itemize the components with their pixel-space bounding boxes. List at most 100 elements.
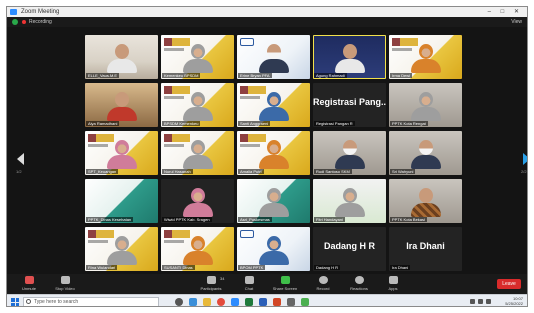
gallery-grid: ELLE_Vaus.M.E Kemenkeu BPSDM Erine Bryan P… xyxy=(85,35,469,271)
participant-name-label: Nurul Hasanah xyxy=(162,169,193,174)
participant-tile[interactable]: Irma Dewi xyxy=(389,35,462,79)
participant-display-name: Ira Dhani xyxy=(406,241,445,251)
participant-video xyxy=(410,188,441,217)
network-icon[interactable] xyxy=(470,299,475,304)
clock-date: 5/25/2022 xyxy=(505,301,523,306)
participant-tile[interactable]: Wiwid PPTK Kab. Sragen xyxy=(161,179,234,223)
participant-tile[interactable]: Erine Bryan PFA xyxy=(237,35,310,79)
participant-video xyxy=(334,44,365,73)
edge-browser-icon[interactable] xyxy=(189,298,197,306)
unmute-button[interactable]: Unmute xyxy=(9,276,49,291)
apps-button[interactable]: Apps xyxy=(373,276,413,291)
participant-tile[interactable]: SUSANTI Dinas xyxy=(161,227,234,271)
record-label: Record xyxy=(316,286,330,291)
participant-name-label: PPTK Kota Bekasi xyxy=(390,217,427,222)
participant-video xyxy=(106,236,137,265)
participant-tile[interactable]: Agung Rahmadi xyxy=(313,35,386,79)
search-placeholder: Type here to search xyxy=(34,299,79,305)
participant-tile[interactable]: Kemenkeu BPSDM xyxy=(161,35,234,79)
next-page-arrow-icon[interactable] xyxy=(523,153,527,165)
participant-video xyxy=(182,236,213,265)
participant-tile[interactable]: Asri_Puskesmas xyxy=(237,179,310,223)
video-button[interactable]: Stop Video xyxy=(45,276,85,291)
smiley-icon xyxy=(354,276,364,284)
participant-name-label: Wiwid PPTK Kab. Sragen xyxy=(162,217,212,222)
participant-video xyxy=(258,188,289,217)
participant-name-label: Agung Rahmadi xyxy=(314,73,347,78)
participant-video xyxy=(258,44,289,73)
recording-label: Recording xyxy=(29,19,52,25)
participant-tile[interactable]: SPT_Keuangan xyxy=(85,131,158,175)
powerpoint-icon[interactable] xyxy=(273,298,281,306)
participants-button[interactable]: Participants xyxy=(191,276,231,291)
participant-tile[interactable]: Sri Wahyuni xyxy=(389,131,462,175)
system-tray-icons xyxy=(470,299,491,304)
video-camera-icon xyxy=(60,276,70,284)
zoom-app-icon[interactable] xyxy=(231,298,239,306)
share-screen-icon xyxy=(280,276,290,284)
participant-tile[interactable]: Ira Dhani Ira Dhani xyxy=(389,227,462,271)
organization-logo xyxy=(240,38,254,46)
participant-name-label: Rudi Santoso SKM xyxy=(314,169,352,174)
participant-name-label: ELLE_Vaus.M.E xyxy=(86,73,120,78)
participant-tile[interactable]: BPOM PPTK xyxy=(237,227,310,271)
excel-icon[interactable] xyxy=(245,298,253,306)
share-screen-button[interactable]: Share Screen xyxy=(265,276,305,291)
participant-video xyxy=(182,92,213,121)
windows-start-icon[interactable] xyxy=(11,298,19,306)
participant-name-label: Fitri Handayani xyxy=(314,217,345,222)
participant-tile[interactable]: Santi Anggraeni xyxy=(237,83,310,127)
participant-name-label: Santi Anggraeni xyxy=(238,121,271,126)
task-view-icon[interactable] xyxy=(175,298,183,306)
file-explorer-icon[interactable] xyxy=(203,298,211,306)
participant-tile[interactable]: Dadang H R Dadang H R xyxy=(313,227,386,271)
view-button[interactable]: View xyxy=(511,17,522,27)
record-button[interactable]: Record xyxy=(303,276,343,291)
page-indicator-left: 1/2 xyxy=(16,169,22,174)
participants-icon xyxy=(206,276,216,284)
participant-tile[interactable]: ELLE_Vaus.M.E xyxy=(85,35,158,79)
video-label: Stop Video xyxy=(55,286,75,291)
participant-tile[interactable]: Registrasi Pang... Registrasi Pangan R xyxy=(313,83,386,127)
participant-video xyxy=(258,140,289,169)
participant-tile[interactable]: Rudi Santoso SKM xyxy=(313,131,386,175)
event-banner-text xyxy=(164,144,184,147)
chrome-browser-icon[interactable] xyxy=(217,298,225,306)
previous-page-arrow-icon[interactable] xyxy=(17,153,24,165)
participant-tile[interactable]: PPTK_Dinas Kesehatan xyxy=(85,179,158,223)
windows-taskbar: Type here to search 10:07 5/25/2022 xyxy=(7,294,527,306)
participant-tile[interactable]: Nurul Hasanah xyxy=(161,131,234,175)
taskbar-search-input[interactable]: Type here to search xyxy=(23,297,159,306)
calculator-icon[interactable] xyxy=(287,298,295,306)
participant-name-label: Rina Wulandari xyxy=(86,265,118,270)
window-controls[interactable]: – □ ✕ xyxy=(488,7,523,17)
system-clock[interactable]: 10:07 5/25/2022 xyxy=(505,296,523,306)
reactions-label: Reactions xyxy=(350,286,368,291)
security-shield-icon[interactable] xyxy=(12,19,18,25)
participant-tile[interactable]: PPTK Kota Rengat xyxy=(389,83,462,127)
participant-tile[interactable]: Amalia Putri xyxy=(237,131,310,175)
participant-name-label: BPSDM Kemenkeu xyxy=(162,121,201,126)
participant-tile[interactable]: PPTK Kota Bekasi xyxy=(389,179,462,223)
participant-tile[interactable]: Fitri Handayani xyxy=(313,179,386,223)
participants-count: 34 xyxy=(220,276,225,281)
zoom-window: Zoom Meeting – □ ✕ Recording View 1/2 2/… xyxy=(6,6,528,307)
participant-name-label: Kemenkeu BPSDM xyxy=(162,73,201,78)
participant-tile[interactable]: BPSDM Kemenkeu xyxy=(161,83,234,127)
participant-tile[interactable]: Rina Wulandari xyxy=(85,227,158,271)
participant-tile[interactable]: Alya Ramadhani xyxy=(85,83,158,127)
word-icon[interactable] xyxy=(259,298,267,306)
meeting-top-bar: Recording View xyxy=(7,17,527,27)
leave-button[interactable]: Leave xyxy=(497,279,521,289)
participant-name-label: Amalia Putri xyxy=(238,169,264,174)
participant-name-label: Sri Wahyuni xyxy=(390,169,416,174)
chat-button[interactable]: Chat xyxy=(229,276,269,291)
event-banner-text xyxy=(240,96,260,99)
volume-icon[interactable] xyxy=(478,299,483,304)
whatsapp-icon[interactable] xyxy=(301,298,309,306)
event-banner-text xyxy=(164,240,184,243)
battery-icon[interactable] xyxy=(486,299,491,304)
meeting-controls-bar: Unmute Stop Video Participants 34 Chat S… xyxy=(7,274,527,294)
participant-name-label: PPTK Kota Rengat xyxy=(390,121,428,126)
search-icon xyxy=(26,299,31,304)
